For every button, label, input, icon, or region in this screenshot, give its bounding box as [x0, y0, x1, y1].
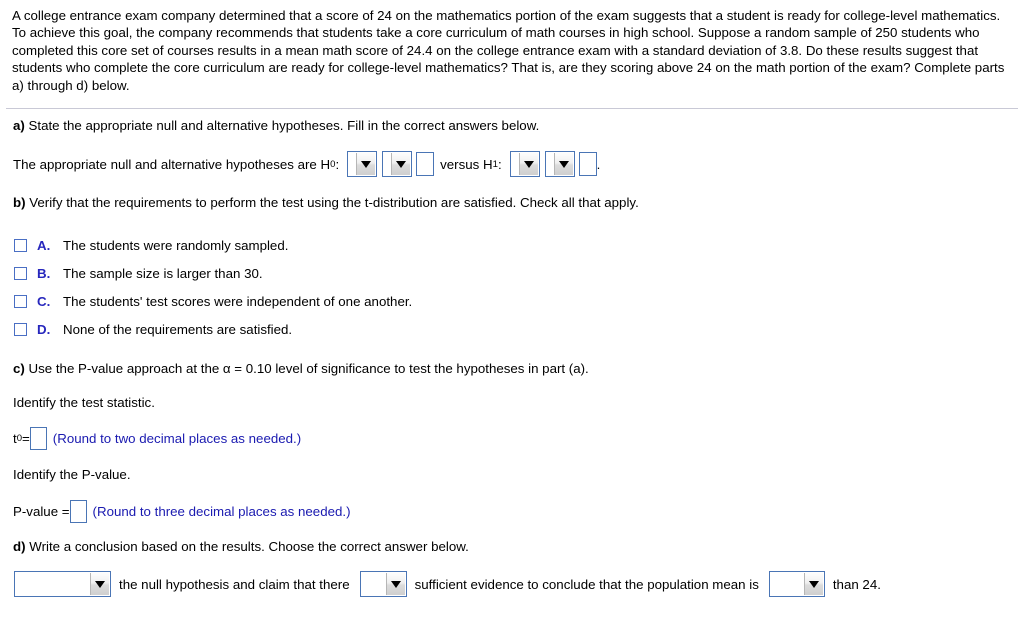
hypotheses-period: .: [596, 156, 601, 172]
h1-colon: :: [497, 156, 502, 172]
part-d-text: Write a conclusion based on the results.…: [25, 539, 469, 554]
test-statistic-hint: (Round to two decimal places as needed.): [52, 431, 302, 446]
choice-a[interactable]: A. The students were randomly sampled.: [14, 238, 288, 253]
choice-d-text: None of the requirements are satisfied.: [63, 322, 293, 337]
chevron-down-icon: [391, 153, 411, 175]
h1-parameter-dropdown[interactable]: [509, 151, 540, 177]
chevron-down-icon: [356, 153, 376, 175]
conclusion-text-1: the null hypothesis and claim that there: [119, 576, 350, 592]
part-b-text: Verify that the requirements to perform …: [25, 195, 639, 210]
test-statistic-input[interactable]: [29, 427, 47, 450]
test-statistic-row: t0 = (Round to two decimal places as nee…: [13, 427, 301, 450]
part-d-label: d): [13, 539, 26, 554]
conclusion-text-2: sufficient evidence to conclude that the…: [414, 576, 759, 592]
conclusion-comparison-dropdown[interactable]: [768, 571, 825, 597]
choice-a-letter: A.: [37, 238, 51, 253]
choice-c-text: The students' test scores were independe…: [63, 294, 413, 309]
h0-parameter-dropdown[interactable]: [347, 151, 378, 177]
checkbox-c[interactable]: [14, 295, 27, 308]
choice-b[interactable]: B. The sample size is larger than 30.: [14, 266, 263, 281]
part-c-text: Use the P-value approach at the α = 0.10…: [24, 361, 589, 376]
identify-test-statistic-label: Identify the test statistic.: [13, 395, 155, 410]
h0-operator-dropdown[interactable]: [382, 151, 413, 177]
h0-value-input[interactable]: [416, 152, 435, 176]
chevron-down-icon: [90, 573, 109, 595]
choice-d[interactable]: D. None of the requirements are satisfie…: [14, 322, 292, 337]
identify-p-value-label: Identify the P-value.: [13, 467, 131, 482]
choice-b-text: The sample size is larger than 30.: [63, 266, 263, 281]
chevron-down-icon: [553, 153, 573, 175]
choice-d-letter: D.: [37, 322, 51, 337]
part-a-text: State the appropriate null and alternati…: [24, 118, 540, 133]
h1-value-input[interactable]: [578, 152, 597, 176]
checkbox-a[interactable]: [14, 239, 27, 252]
conclusion-row: the null hypothesis and claim that there…: [14, 571, 881, 597]
p-value-hint: (Round to three decimal places as needed…: [92, 504, 351, 519]
part-c-prompt: c) Use the P-value approach at the α = 0…: [13, 360, 589, 377]
choice-a-text: The students were randomly sampled.: [63, 238, 289, 253]
hypotheses-lead: The appropriate null and alternative hyp…: [13, 156, 331, 172]
p-value-label: P-value =: [13, 504, 70, 519]
problem-statement: A college entrance exam company determin…: [12, 8, 1005, 93]
conclusion-text-3: than 24.: [832, 576, 881, 592]
versus-label: versus H: [440, 156, 493, 172]
chevron-down-icon: [803, 573, 823, 595]
part-a-label: a): [13, 118, 25, 133]
part-a-prompt: a) State the appropriate null and altern…: [13, 117, 539, 134]
conclusion-decision-dropdown[interactable]: [14, 571, 111, 597]
chevron-down-icon: [385, 573, 405, 595]
checkbox-b[interactable]: [14, 267, 27, 280]
test-statistic-equals: =: [22, 431, 30, 446]
choice-c-letter: C.: [37, 294, 51, 309]
conclusion-evidence-dropdown[interactable]: [359, 571, 407, 597]
choice-c[interactable]: C. The students' test scores were indepe…: [14, 294, 412, 309]
p-value-input[interactable]: [69, 500, 87, 523]
h0-colon: :: [335, 156, 340, 172]
exercise-page: A college entrance exam company determin…: [0, 0, 1024, 633]
hypotheses-row: The appropriate null and alternative hyp…: [13, 151, 600, 177]
choice-b-letter: B.: [37, 266, 51, 281]
part-b-label: b): [13, 195, 26, 210]
checkbox-d[interactable]: [14, 323, 27, 336]
part-b-prompt: b) Verify that the requirements to perfo…: [13, 194, 639, 211]
h1-operator-dropdown[interactable]: [544, 151, 575, 177]
section-divider: [6, 108, 1018, 109]
chevron-down-icon: [518, 153, 538, 175]
part-c-label: c): [13, 361, 25, 376]
part-d-prompt: d) Write a conclusion based on the resul…: [13, 538, 469, 555]
p-value-row: P-value = (Round to three decimal places…: [13, 500, 351, 523]
